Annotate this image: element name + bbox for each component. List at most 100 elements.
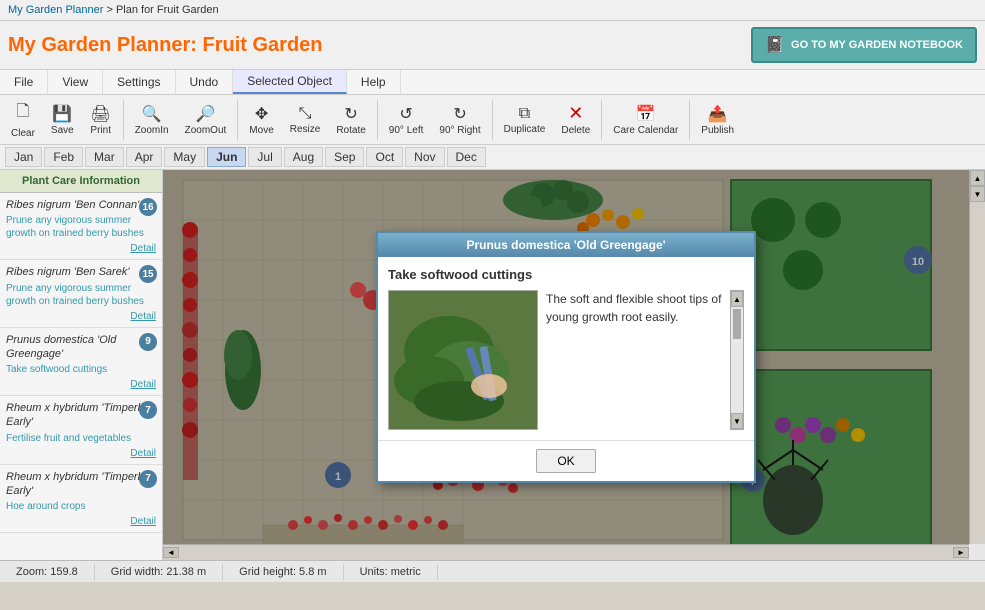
canvas-scrollbar-vertical[interactable]: ▲ ▼: [969, 170, 985, 544]
plant-care-2: Take softwood cuttings: [6, 363, 156, 376]
plant-detail-link-1[interactable]: Detail: [130, 311, 156, 322]
month-sep[interactable]: Sep: [325, 147, 364, 167]
plant-item-2: Prunus domestica 'Old Greengage' 9 Take …: [0, 328, 162, 397]
notebook-button[interactable]: 📓 GO TO MY GARDEN NOTEBOOK: [751, 27, 977, 63]
menu-view[interactable]: View: [48, 70, 103, 94]
modal-scroll-up[interactable]: ▲: [731, 291, 743, 307]
status-bar: Zoom: 159.8 Grid width: 21.38 m Grid hei…: [0, 560, 985, 582]
title-name: Fruit Garden: [203, 34, 323, 56]
publish-button[interactable]: 📤 Publish: [694, 101, 741, 139]
clear-button[interactable]: 🗋 Clear: [4, 97, 42, 142]
modal-scroll-track: [731, 307, 743, 413]
menu-file[interactable]: File: [0, 70, 48, 94]
month-dec[interactable]: Dec: [447, 147, 486, 167]
rotate-right-button[interactable]: ↻ 90° Right: [432, 101, 487, 139]
main-content: Plant Care Information Ribes nigrum 'Ben…: [0, 170, 985, 560]
plant-name-1: Ribes nigrum 'Ben Sarek': [6, 265, 156, 279]
plant-detail-link-3[interactable]: Detail: [130, 448, 156, 459]
month-jul[interactable]: Jul: [248, 147, 281, 167]
month-may[interactable]: May: [164, 147, 205, 167]
zoom-status: Zoom: 159.8: [0, 564, 95, 580]
menu-settings[interactable]: Settings: [103, 70, 175, 94]
modal-scroll-thumb[interactable]: [733, 309, 741, 339]
modal-dialog: Prunus domestica 'Old Greengage' Take so…: [376, 231, 756, 483]
plant-detail-link-0[interactable]: Detail: [130, 243, 156, 254]
resize-button[interactable]: ⤡ Resize: [283, 102, 328, 138]
zoomout-label: ZoomOut: [185, 125, 227, 136]
scroll-down-arrow[interactable]: ▼: [970, 186, 985, 202]
resize-label: Resize: [290, 124, 321, 135]
month-jan[interactable]: Jan: [5, 147, 42, 167]
modal-scrollbar[interactable]: ▲ ▼: [730, 290, 744, 430]
month-feb[interactable]: Feb: [44, 147, 83, 167]
plant-badge-0: 16: [139, 198, 157, 216]
modal-content: The soft and flexible shoot tips of youn…: [388, 290, 722, 430]
plant-detail-link-2[interactable]: Detail: [130, 379, 156, 390]
duplicate-icon: ⧉: [519, 105, 530, 123]
delete-button[interactable]: ✕ Delete: [554, 100, 597, 139]
title-bar: My Garden Planner: Fruit Garden 📓 GO TO …: [0, 21, 985, 69]
modal-care-title: Take softwood cuttings: [388, 267, 744, 282]
delete-icon: ✕: [568, 103, 583, 124]
zoomin-label: ZoomIn: [135, 125, 169, 136]
month-bar: Jan Feb Mar Apr May Jun Jul Aug Sep Oct …: [0, 145, 985, 170]
plant-badge-4: 7: [139, 470, 157, 488]
plant-item-0: Ribes nigrum 'Ben Connan' 16 Prune any v…: [0, 193, 162, 260]
plant-detail-link-4[interactable]: Detail: [130, 516, 156, 527]
month-jun[interactable]: Jun: [207, 147, 246, 167]
modal-image: [388, 290, 538, 430]
menu-undo[interactable]: Undo: [176, 70, 234, 94]
zoomout-button[interactable]: 🔎 ZoomOut: [178, 101, 234, 139]
duplicate-button[interactable]: ⧉ Duplicate: [497, 102, 553, 138]
ok-button[interactable]: OK: [536, 449, 595, 473]
toolbar-separator-1: [123, 100, 124, 140]
care-calendar-button[interactable]: 📅 Care Calendar: [606, 101, 685, 139]
zoomin-icon: 🔍: [142, 104, 162, 124]
garden-canvas[interactable]: 10 7: [163, 170, 985, 560]
clear-label: Clear: [11, 128, 35, 139]
month-nov[interactable]: Nov: [405, 147, 444, 167]
plant-care-3: Fertilise fruit and vegetables: [6, 432, 156, 445]
save-label: Save: [51, 125, 74, 136]
publish-label: Publish: [701, 125, 734, 136]
month-mar[interactable]: Mar: [85, 147, 124, 167]
print-label: Print: [90, 125, 111, 136]
rotate-label: Rotate: [336, 125, 365, 136]
rotate-button[interactable]: ↻ Rotate: [329, 101, 372, 139]
plant-name-3: Rheum x hybridum 'Timperley Early': [6, 401, 156, 430]
rotate-right-label: 90° Right: [439, 125, 480, 136]
month-oct[interactable]: Oct: [366, 147, 403, 167]
plant-item-4: Rheum x hybridum 'Timperley Early' 7 Hoe…: [0, 465, 162, 534]
modal-overlay: Prunus domestica 'Old Greengage' Take so…: [163, 170, 969, 544]
canvas-scrollbar-horizontal[interactable]: ◄ ►: [163, 544, 969, 560]
plant-badge-2: 9: [139, 333, 157, 351]
menu-help[interactable]: Help: [347, 70, 401, 94]
save-button[interactable]: 💾 Save: [44, 101, 81, 139]
plant-care-0: Prune any vigorous summer growth on trai…: [6, 214, 156, 240]
toolbar-separator-4: [492, 100, 493, 140]
grid-width-status: Grid width: 21.38 m: [95, 564, 223, 580]
notebook-icon: 📓: [765, 35, 785, 55]
notebook-label: GO TO MY GARDEN NOTEBOOK: [791, 39, 963, 51]
clear-icon: 🗋: [17, 100, 30, 127]
toolbar-separator-6: [689, 100, 690, 140]
breadcrumb-separator: >: [106, 4, 115, 16]
scroll-right-arrow[interactable]: ►: [953, 547, 969, 558]
plant-name-2: Prunus domestica 'Old Greengage': [6, 333, 156, 362]
zoomin-button[interactable]: 🔍 ZoomIn: [128, 101, 176, 139]
toolbar: 🗋 Clear 💾 Save 🖨 Print 🔍 ZoomIn 🔎 ZoomOu…: [0, 95, 985, 145]
scroll-up-arrow[interactable]: ▲: [970, 170, 985, 186]
menu-selected-object[interactable]: Selected Object: [233, 70, 347, 94]
month-aug[interactable]: Aug: [284, 147, 323, 167]
move-button[interactable]: ✥ Move: [242, 101, 280, 139]
plant-care-4: Hoe around crops: [6, 500, 156, 513]
month-apr[interactable]: Apr: [126, 147, 163, 167]
modal-scroll-down[interactable]: ▼: [731, 413, 743, 429]
page-title: My Garden Planner: Fruit Garden: [8, 34, 323, 57]
print-button[interactable]: 🖨 Print: [83, 101, 119, 139]
scroll-left-arrow[interactable]: ◄: [163, 547, 179, 558]
title-prefix: My Garden Planner:: [8, 34, 203, 56]
breadcrumb-link[interactable]: My Garden Planner: [8, 4, 103, 16]
plant-care-1: Prune any vigorous summer growth on trai…: [6, 282, 156, 308]
rotate-left-button[interactable]: ↺ 90° Left: [382, 101, 431, 139]
